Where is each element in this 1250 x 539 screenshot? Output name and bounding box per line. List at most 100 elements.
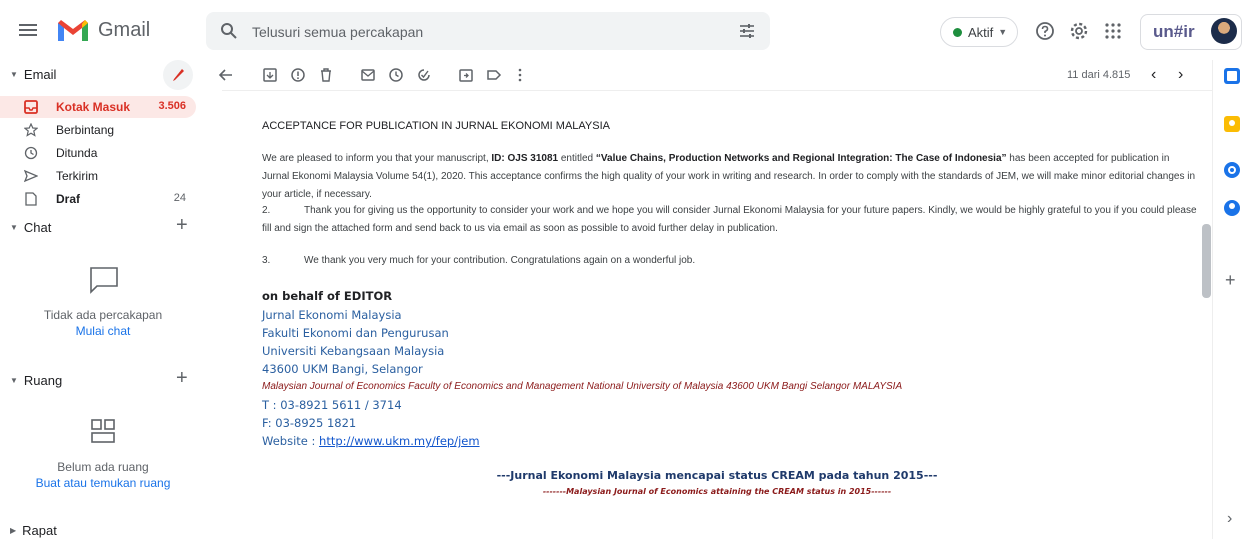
pencil-icon [173, 69, 184, 81]
email-section-header[interactable]: ▼ Email [10, 67, 56, 82]
email-paragraph-1: We are pleased to inform you that your m… [262, 150, 1197, 204]
sidebar-item-starred[interactable]: Berbintang [0, 119, 196, 141]
meet-section-header[interactable]: ▶ Rapat [10, 523, 57, 538]
org-logo-text: un#ir [1153, 22, 1195, 41]
sidebar-item-snoozed[interactable]: Ditunda [0, 142, 196, 164]
tasks-icon[interactable] [1224, 162, 1240, 178]
signature-english: Malaysian Journal of Economics Faculty o… [262, 381, 903, 392]
account-avatar[interactable] [1211, 18, 1237, 44]
draft-icon [25, 192, 37, 206]
sidebar-item-label: Draf [56, 192, 81, 206]
email-section-label: Email [23, 67, 57, 82]
expand-caret-icon: ▶ [10, 526, 17, 535]
footer-english: -------Malaysian Journal of Economics at… [542, 487, 892, 496]
contacts-icon[interactable] [1224, 200, 1240, 216]
collapse-caret-icon: ▼ [10, 376, 18, 385]
back-arrow-icon[interactable] [218, 67, 234, 83]
status-dot-icon [953, 27, 962, 37]
collapse-caret-icon: ▼ [10, 70, 18, 79]
pagination-text: 11 dari 4.815 [1067, 69, 1131, 81]
status-selector[interactable]: Aktif ▼ [940, 17, 1018, 47]
p1-text: entitled [558, 153, 596, 164]
signature-phone: T : 03-8921 5611 / 3714 [262, 398, 402, 412]
sidebar-item-label: Terkirim [56, 169, 98, 183]
meet-section-label: Rapat [22, 523, 57, 538]
caret-down-icon: ▼ [998, 27, 1008, 37]
archive-icon[interactable] [262, 67, 278, 83]
p2-number: 2. [262, 205, 271, 216]
chat-section-label: Chat [23, 220, 52, 235]
previous-page-icon[interactable]: ‹ [1151, 66, 1156, 84]
clock-icon [24, 146, 38, 160]
rooms-section-header[interactable]: ▼ Ruang [10, 373, 62, 388]
star-icon [24, 123, 38, 137]
email-title: ACCEPTANCE FOR PUBLICATION IN JURNAL EKO… [262, 120, 610, 132]
delete-icon[interactable] [318, 67, 334, 83]
sidebar-item-label: Kotak Masuk [56, 100, 131, 114]
calendar-icon[interactable] [1224, 68, 1240, 84]
rooms-empty-text: Belum ada ruang [57, 460, 149, 474]
mark-unread-icon[interactable] [360, 67, 376, 83]
signature-fax: F: 03-8925 1821 [262, 416, 357, 430]
search-icon[interactable] [220, 22, 238, 40]
gmail-logo[interactable]: Gmail [56, 17, 150, 43]
p2-text: Thank you for giving us the opportunity … [262, 205, 1197, 234]
compose-button[interactable] [163, 60, 193, 90]
create-room-link[interactable]: Buat atau temukan ruang [0, 476, 206, 490]
inbox-icon [24, 100, 38, 114]
website-link[interactable]: http://www.ukm.my/fep/jem [319, 434, 480, 448]
search-bar[interactable]: Telusuri semua percakapan [206, 12, 770, 50]
status-label: Aktif [968, 24, 994, 40]
draft-count: 24 [173, 192, 186, 204]
signature-line: Fakulti Ekonomi dan Pengurusan [262, 326, 449, 340]
next-page-icon[interactable]: › [1178, 66, 1183, 84]
sidebar-item-sent[interactable]: Terkirim [0, 165, 196, 187]
manuscript-id: ID: OJS 31081 [491, 153, 559, 164]
add-chat-icon[interactable]: + [176, 214, 188, 237]
sidebar-item-label: Ditunda [56, 146, 98, 160]
manuscript-title: “Value Chains, Production Networks and R… [595, 153, 1007, 164]
sidebar-item-drafts[interactable]: Draf 24 [0, 188, 196, 210]
website-label: Website : [262, 434, 320, 448]
rooms-icon [91, 419, 115, 443]
label-icon[interactable] [486, 67, 502, 83]
email-body: ACCEPTANCE FOR PUBLICATION IN JURNAL EKO… [222, 90, 1212, 539]
move-to-icon[interactable] [458, 67, 474, 83]
keep-icon[interactable] [1224, 116, 1240, 132]
send-icon [24, 169, 38, 183]
hamburger-menu-icon[interactable] [18, 20, 38, 40]
chat-section-header[interactable]: ▼ Chat [10, 220, 51, 235]
start-chat-link[interactable]: Mulai chat [0, 324, 206, 338]
search-input[interactable]: Telusuri semua percakapan [252, 24, 423, 40]
chat-empty-text: Tidak ada percakapan [43, 308, 163, 322]
add-to-tasks-icon[interactable] [416, 67, 432, 83]
email-toolbar: 11 dari 4.815 ‹ › [206, 60, 1211, 90]
app-name: Gmail [98, 18, 151, 41]
top-bar: Gmail Telusuri semua percakapan Aktif ▼ … [0, 0, 1250, 60]
more-options-icon[interactable] [512, 67, 528, 83]
scrollbar-thumb[interactable] [1202, 224, 1211, 298]
expand-panel-icon[interactable]: › [1227, 510, 1232, 528]
help-icon[interactable] [1034, 20, 1056, 42]
add-addon-icon[interactable]: + [1225, 270, 1236, 291]
unread-count: 3.506 [158, 100, 186, 112]
signature-line: Universiti Kebangsaan Malaysia [262, 344, 445, 358]
settings-gear-icon[interactable] [1068, 20, 1090, 42]
p3-number: 3. [262, 255, 271, 266]
footer-malay: ---Jurnal Ekonomi Malaysia mencapai stat… [496, 469, 938, 482]
p1-text: We are pleased to inform you that your m… [262, 153, 492, 164]
sidebar-item-label: Berbintang [56, 123, 115, 137]
report-spam-icon[interactable] [290, 67, 306, 83]
sidebar: ▼ Email Kotak Masuk 3.506 Berbintang Dit… [0, 60, 206, 539]
add-room-icon[interactable]: + [176, 367, 188, 390]
email-paragraph-3: 3. We thank you very much for your contri… [262, 252, 1197, 270]
apps-grid-icon[interactable] [1102, 20, 1124, 42]
rooms-section-label: Ruang [23, 373, 63, 388]
sidebar-item-inbox[interactable]: Kotak Masuk 3.506 [0, 96, 196, 118]
signature-line: Jurnal Ekonomi Malaysia [262, 308, 402, 322]
signature-website: Website : http://www.ukm.my/fep/jem [262, 434, 480, 448]
signature-line: 43600 UKM Bangi, Selangor [262, 362, 423, 376]
search-options-icon[interactable] [738, 22, 756, 40]
side-panel-rail: + › [1212, 60, 1250, 539]
snooze-clock-icon[interactable] [388, 67, 404, 83]
